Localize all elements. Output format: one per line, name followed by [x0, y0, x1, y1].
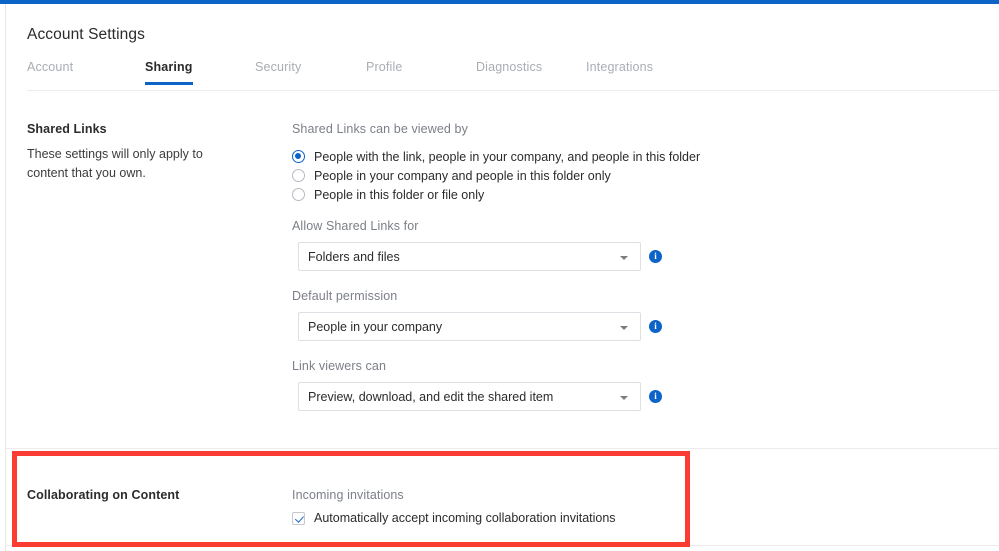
radio-option-company-folder[interactable]: People in your company and people in thi…	[292, 166, 611, 185]
info-icon-allow-shared-links[interactable]: i	[649, 250, 662, 263]
chevron-down-icon[interactable]	[620, 256, 628, 260]
page-title: Account Settings	[27, 26, 145, 43]
auto-accept-invitations-checkbox-row[interactable]: Automatically accept incoming collaborat…	[292, 511, 616, 525]
incoming-invitations-label: Incoming invitations	[292, 488, 404, 502]
radio-label: People in your company and people in thi…	[314, 168, 611, 183]
shared-links-heading: Shared Links	[27, 122, 107, 136]
default-permission-select[interactable]: People in your company	[298, 312, 641, 341]
tab-integrations[interactable]: Integrations	[586, 60, 653, 85]
link-viewers-value: Preview, download, and edit the shared i…	[308, 389, 554, 404]
section-divider-top	[6, 448, 999, 449]
info-icon-link-viewers[interactable]: i	[649, 390, 662, 403]
radio-label: People with the link, people in your com…	[314, 149, 701, 164]
auto-accept-invitations-label: Automatically accept incoming collaborat…	[314, 511, 616, 525]
allow-shared-links-select[interactable]: Folders and files	[298, 242, 641, 271]
tab-sharing[interactable]: Sharing	[145, 60, 193, 85]
collaborating-heading: Collaborating on Content	[27, 488, 180, 502]
chevron-down-icon[interactable]	[620, 326, 628, 330]
radio-option-folder-only[interactable]: People in this folder or file only	[292, 185, 484, 204]
default-permission-value: People in your company	[308, 319, 443, 334]
default-permission-label: Default permission	[292, 289, 398, 303]
link-viewers-label: Link viewers can	[292, 359, 387, 373]
radio-icon-selected[interactable]	[292, 150, 305, 163]
tab-security[interactable]: Security	[255, 60, 301, 85]
chevron-down-icon[interactable]	[620, 396, 628, 400]
info-icon-default-permission[interactable]: i	[649, 320, 662, 333]
allow-shared-links-value: Folders and files	[308, 249, 400, 264]
allow-shared-links-label: Allow Shared Links for	[292, 219, 419, 233]
settings-page: Account Settings Account Sharing Securit…	[6, 4, 999, 551]
tabs-underline	[27, 90, 999, 91]
radio-icon[interactable]	[292, 188, 305, 201]
tab-account[interactable]: Account	[27, 60, 73, 85]
viewed-by-label: Shared Links can be viewed by	[292, 122, 468, 136]
tab-profile[interactable]: Profile	[366, 60, 402, 85]
tab-diagnostics[interactable]: Diagnostics	[476, 60, 542, 85]
radio-label: People in this folder or file only	[314, 187, 485, 202]
section-divider-bottom	[6, 545, 999, 546]
checkbox-icon-checked[interactable]	[292, 511, 305, 525]
radio-option-link-company-folder[interactable]: People with the link, people in your com…	[292, 147, 700, 166]
shared-links-description: These settings will only apply to conten…	[27, 147, 203, 180]
settings-tabs: Account Sharing Security Profile Diagnos…	[27, 60, 999, 90]
radio-icon[interactable]	[292, 169, 305, 182]
link-viewers-select[interactable]: Preview, download, and edit the shared i…	[298, 382, 641, 411]
